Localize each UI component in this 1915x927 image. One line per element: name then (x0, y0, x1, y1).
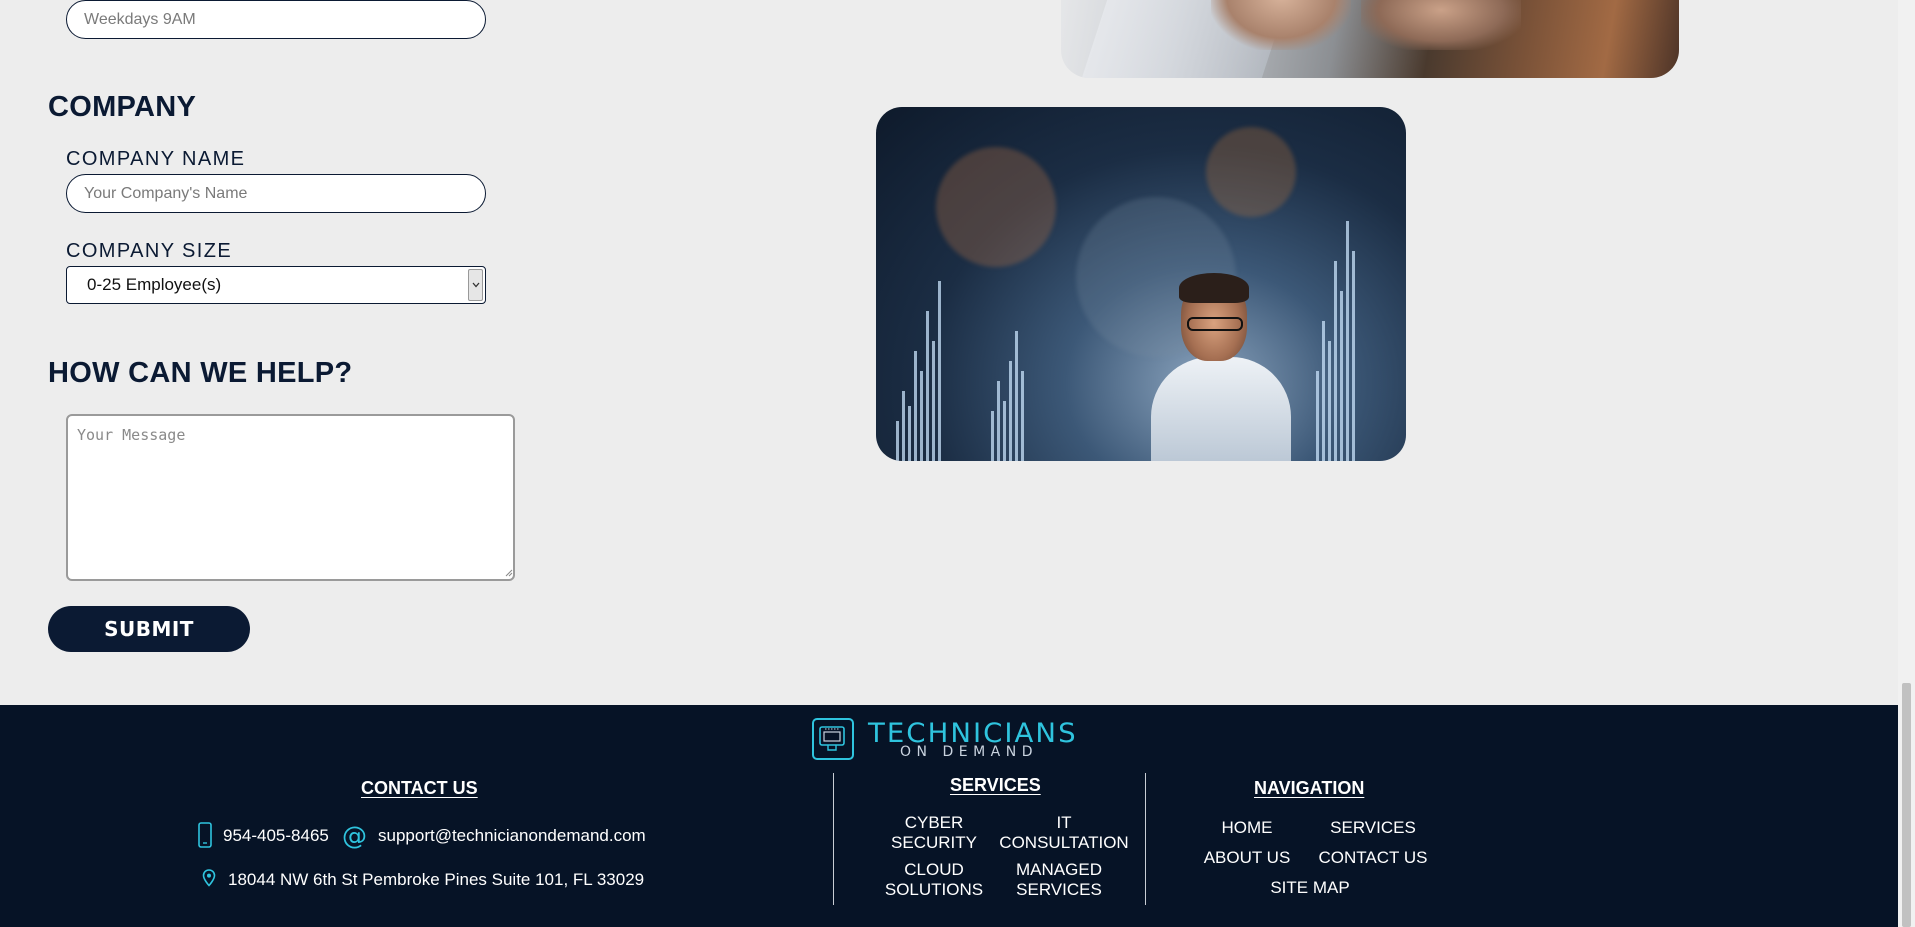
company-name-input[interactable] (66, 174, 486, 213)
service-line: MANAGED (1016, 860, 1102, 879)
logo-mark-icon (812, 718, 854, 760)
contact-email[interactable]: support@technicianondemand.com (378, 826, 646, 846)
submit-button[interactable]: SUBMIT (48, 606, 250, 652)
company-size-label: COMPANY SIZE (66, 240, 233, 262)
scrollbar-thumb[interactable] (1902, 683, 1911, 927)
service-line: CONSULTATION (999, 833, 1129, 852)
nav-link-services[interactable]: SERVICES (1323, 818, 1423, 838)
service-line: SECURITY (891, 833, 977, 852)
message-textarea[interactable] (66, 414, 515, 581)
footer-divider (833, 773, 834, 905)
service-line: IT (1056, 813, 1072, 832)
service-line: CYBER (904, 813, 964, 832)
company-heading: COMPANY (48, 91, 197, 123)
service-link-managed-services[interactable]: MANAGED SERVICES (1009, 860, 1109, 900)
company-logo[interactable]: TECHNICIANS ON DEMAND (812, 718, 1082, 762)
chevron-down-icon[interactable] (468, 269, 483, 301)
service-line: SOLUTIONS (884, 880, 984, 899)
company-size-select[interactable]: 0-25 Employee(s) (66, 266, 486, 304)
at-icon: @ (342, 821, 367, 850)
navigation-heading: NAVIGATION (1254, 778, 1365, 798)
company-size-value: 0-25 Employee(s) (87, 275, 222, 294)
logo-sub-text: ON DEMAND (900, 744, 1038, 760)
laptop-hands-photo (1061, 0, 1679, 78)
services-heading: SERVICES (950, 775, 1041, 795)
map-pin-icon (202, 869, 216, 892)
page-scrollbar[interactable] (1898, 0, 1915, 927)
contact-heading: CONTACT US (361, 778, 478, 798)
contact-address: 18044 NW 6th St Pembroke Pines Suite 101… (228, 870, 645, 889)
company-name-label: COMPANY NAME (66, 148, 246, 170)
nav-link-home[interactable]: HOME (1197, 818, 1297, 838)
service-link-cloud-solutions[interactable]: CLOUD SOLUTIONS (884, 860, 984, 900)
resize-grip-icon[interactable] (503, 567, 513, 577)
contact-phone[interactable]: 954-405-8465 (223, 826, 329, 846)
nav-link-site-map[interactable]: SITE MAP (1260, 878, 1360, 898)
preferred-time-input[interactable] (66, 0, 486, 39)
service-link-cyber-security[interactable]: CYBER SECURITY (884, 813, 984, 853)
help-heading: HOW CAN WE HELP? (48, 357, 353, 389)
phone-icon (198, 822, 212, 853)
site-footer: TECHNICIANS ON DEMAND CONTACT US 954-405… (0, 705, 1915, 927)
nav-link-contact-us[interactable]: CONTACT US (1313, 848, 1433, 868)
service-line: SERVICES (1016, 880, 1102, 899)
service-link-it-consultation[interactable]: IT CONSULTATION (994, 813, 1134, 853)
analyst-dashboard-photo (876, 107, 1406, 461)
service-line: CLOUD (904, 860, 964, 879)
nav-link-about-us[interactable]: ABOUT US (1197, 848, 1297, 868)
footer-divider (1145, 773, 1146, 905)
contact-form: COMPANY COMPANY NAME COMPANY SIZE 0-25 E… (0, 0, 800, 705)
